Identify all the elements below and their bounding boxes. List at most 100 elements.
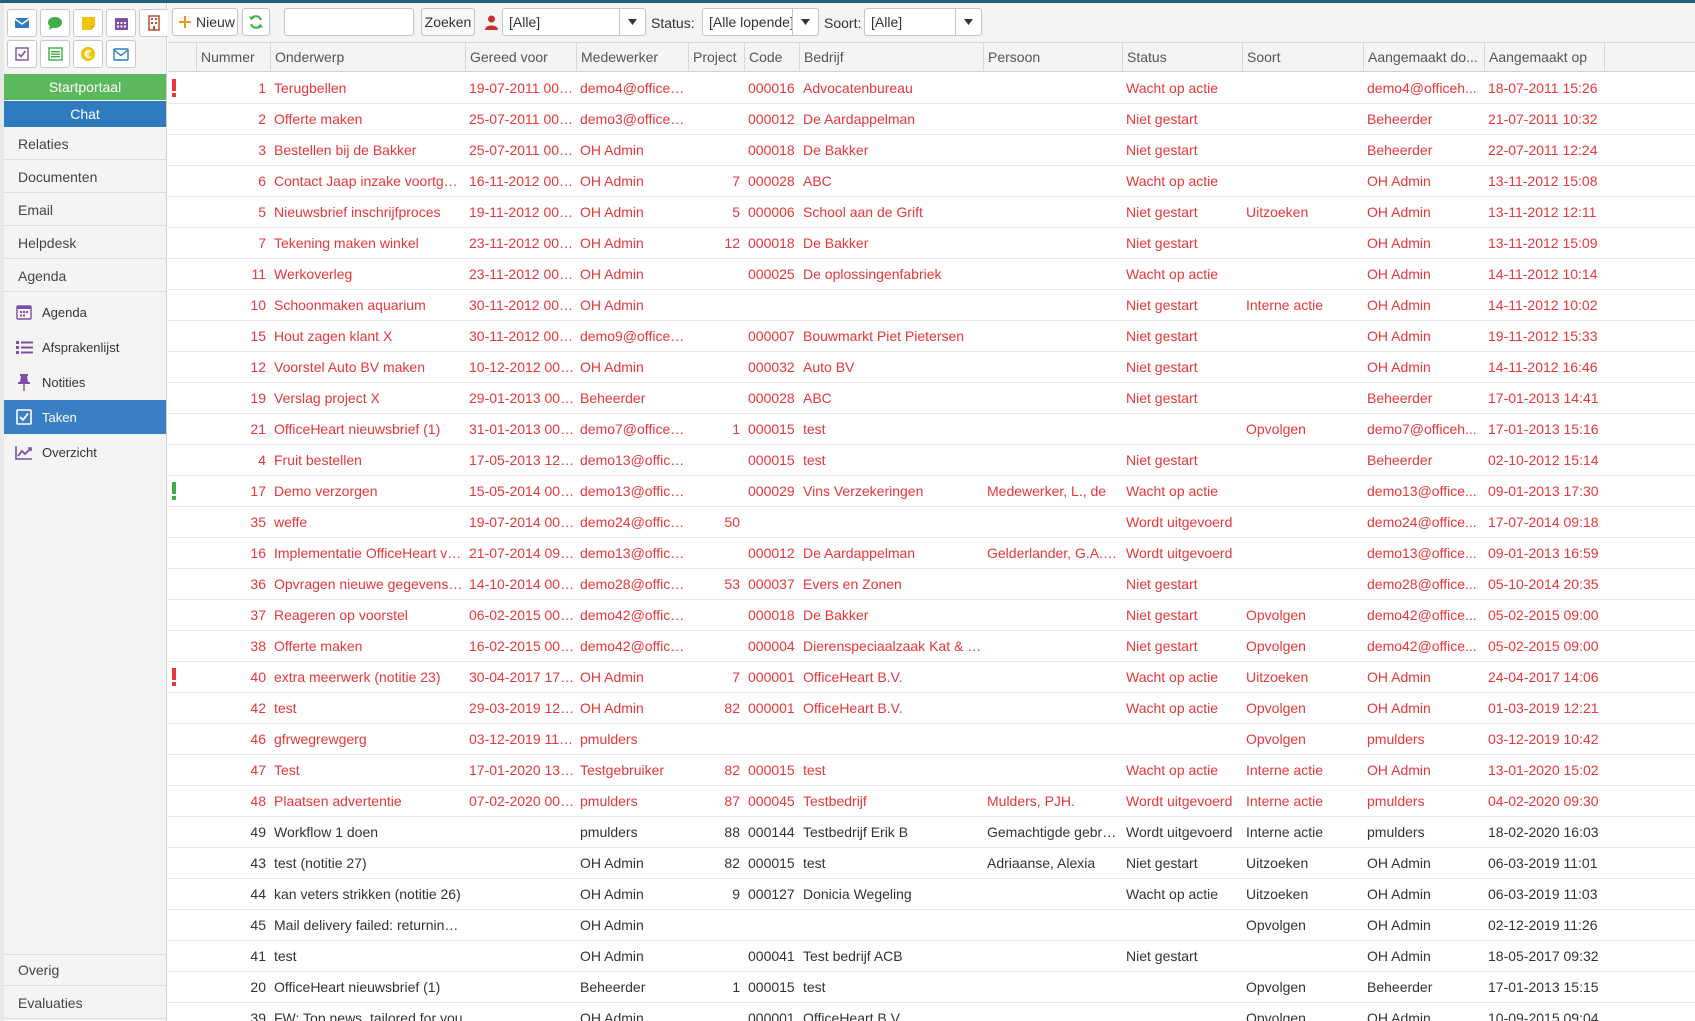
table-row[interactable]: 11 Werkoverleg 23-11-2012 00:00 OH Admin 000… bbox=[168, 259, 1695, 290]
building-icon[interactable] bbox=[139, 9, 169, 37]
table-row[interactable]: 46 gfrwegrewgerg 03-12-2019 11:30 pmulders O… bbox=[168, 724, 1695, 755]
cell-medewerker: demo9@officeh... bbox=[580, 328, 688, 344]
table-row[interactable]: 2 Offerte maken 25-07-2011 00:00 demo3@offi… bbox=[168, 104, 1695, 135]
col-nummer[interactable]: Nummer bbox=[196, 43, 270, 72]
table-row[interactable]: 40 extra meerwerk (notitie 23) 30-04-2017 … bbox=[168, 662, 1695, 693]
cell-aangemaakt-op: 01-03-2019 12:21 bbox=[1488, 700, 1599, 716]
cell-status: Wacht op actie bbox=[1126, 669, 1219, 685]
cell-nummer: 4 bbox=[258, 452, 266, 468]
sticky-note-icon[interactable] bbox=[73, 9, 103, 37]
nav-documenten[interactable]: Documenten bbox=[4, 161, 166, 193]
table-row[interactable]: 20 OfficeHeart nieuwsbrief (1) Beheerder 1 0… bbox=[168, 972, 1695, 1003]
cell-soort bbox=[1242, 538, 1363, 569]
subnav-taken[interactable]: Taken bbox=[4, 400, 166, 434]
table-row[interactable]: 12 Voorstel Auto BV maken 10-12-2012 00:00… bbox=[168, 352, 1695, 383]
col-bedrijf[interactable]: Bedrijf bbox=[799, 43, 983, 72]
col-medewerker[interactable]: Medewerker bbox=[576, 43, 688, 72]
refresh-button[interactable] bbox=[242, 8, 270, 36]
cell-status: Niet gestart bbox=[1126, 855, 1198, 871]
table-row[interactable]: 45 Mail delivery failed: returning m... OH… bbox=[168, 910, 1695, 941]
table-row[interactable]: 44 kan veters strikken (notitie 26) OH Adm… bbox=[168, 879, 1695, 910]
soort-select[interactable]: [Alle] bbox=[864, 8, 982, 36]
checkbox-icon[interactable] bbox=[7, 40, 37, 68]
table-row[interactable]: 49 Workflow 1 doen pmulders 88 000144 Testbed… bbox=[168, 817, 1695, 848]
col-soort[interactable]: Soort bbox=[1242, 43, 1363, 72]
table-row[interactable]: 19 Verslag project X 29-01-2013 00:00 Behee… bbox=[168, 383, 1695, 414]
nav-overig[interactable]: Overig bbox=[4, 954, 166, 986]
table-row[interactable]: 7 Tekening maken winkel 23-11-2012 00:00 OH… bbox=[168, 228, 1695, 259]
col-persoon[interactable]: Persoon bbox=[983, 43, 1122, 72]
nav-helpdesk[interactable]: Helpdesk bbox=[4, 227, 166, 259]
nav-evaluaties[interactable]: Evaluaties bbox=[4, 987, 166, 1019]
cell-soort bbox=[1242, 445, 1363, 476]
cell-aangemaakt-door: demo42@office... bbox=[1367, 638, 1477, 654]
table-row[interactable]: 4 Fruit bestellen 17-05-2013 12:00 demo13@o… bbox=[168, 445, 1695, 476]
cell-persoon bbox=[983, 166, 1122, 197]
cell-aangemaakt-door: OH Admin bbox=[1367, 669, 1431, 685]
nav-email[interactable]: Email bbox=[4, 194, 166, 226]
table-row[interactable]: 16 Implementatie OfficeHeart verz... 21-07… bbox=[168, 538, 1695, 569]
col-onderwerp[interactable]: Onderwerp bbox=[270, 43, 465, 72]
col-aangemaakt-op[interactable]: Aangemaakt op bbox=[1484, 43, 1605, 72]
search-input[interactable] bbox=[284, 8, 414, 36]
status-select[interactable]: [Alle lopende] bbox=[702, 8, 819, 36]
cell-aangemaakt-door: OH Admin bbox=[1367, 235, 1431, 251]
table-row[interactable]: 5 Nieuwsbrief inschrijfproces 19-11-2012 0… bbox=[168, 197, 1695, 228]
chat-bubble-icon[interactable] bbox=[40, 9, 70, 37]
table-row[interactable]: 47 Test 17-01-2020 13:00 Testgebruiker 82 000… bbox=[168, 755, 1695, 786]
cell-code: 000015 bbox=[748, 421, 795, 437]
employee-select[interactable]: [Alle] bbox=[502, 8, 646, 36]
cell-project bbox=[688, 631, 744, 662]
col-code[interactable]: Code bbox=[744, 43, 799, 72]
table-row[interactable]: 10 Schoonmaken aquarium 30-11-2012 00:00 OH… bbox=[168, 290, 1695, 321]
table-row[interactable]: 35 weffe 19-07-2014 00:00 demo24@office... 5… bbox=[168, 507, 1695, 538]
table-row[interactable]: 3 Bestellen bij de Bakker 25-07-2011 00:00… bbox=[168, 135, 1695, 166]
col-gereed-voor[interactable]: Gereed voor bbox=[465, 43, 576, 72]
cell-project: 9 bbox=[732, 886, 740, 902]
calendar-icon[interactable] bbox=[106, 9, 136, 37]
col-project[interactable]: Project bbox=[688, 43, 744, 72]
table-row[interactable]: 36 Opvragen nieuwe gegevens 2014 14-10-201… bbox=[168, 569, 1695, 600]
new-button[interactable]: Nieuw bbox=[172, 8, 238, 36]
euro-icon[interactable]: € bbox=[73, 40, 103, 68]
list-icon[interactable] bbox=[40, 40, 70, 68]
cell-onderwerp: Tekening maken winkel bbox=[274, 235, 419, 251]
cell-aangemaakt-door: OH Admin bbox=[1367, 700, 1431, 716]
chat-button[interactable]: Chat bbox=[4, 101, 166, 127]
cell-code: 000018 bbox=[748, 142, 795, 158]
table-row[interactable]: 37 Reageren op voorstel 06-02-2015 00:00 de… bbox=[168, 600, 1695, 631]
subnav-agenda[interactable]: Agenda bbox=[4, 295, 166, 329]
table-row[interactable]: 21 OfficeHeart nieuwsbrief (1) 31-01-2013 … bbox=[168, 414, 1695, 445]
table-row[interactable]: 48 Plaatsen advertentie 07-02-2020 00:00 pm… bbox=[168, 786, 1695, 817]
cell-code: 000041 bbox=[748, 948, 795, 964]
mail-icon[interactable] bbox=[7, 9, 37, 37]
cell-project: 82 bbox=[724, 700, 740, 716]
envelope-icon[interactable] bbox=[106, 40, 136, 68]
table-row[interactable]: 17 Demo verzorgen 15-05-2014 00:00 demo13@o… bbox=[168, 476, 1695, 507]
col-status[interactable]: Status bbox=[1122, 43, 1242, 72]
subnav-afsprakenlijst[interactable]: Afsprakenlijst bbox=[4, 330, 166, 364]
cell-onderwerp: Schoonmaken aquarium bbox=[274, 297, 426, 313]
nav-agenda[interactable]: Agenda bbox=[4, 260, 166, 292]
search-button[interactable]: Zoeken bbox=[421, 8, 475, 36]
table-row[interactable]: 43 test (notitie 27) OH Admin 82 000015 test A… bbox=[168, 848, 1695, 879]
table-row[interactable]: 1 Terugbellen 19-07-2011 00:00 demo4@office… bbox=[168, 73, 1695, 104]
cell-aangemaakt-door: Beheerder bbox=[1367, 452, 1433, 468]
table-row[interactable]: 42 test 29-03-2019 12:00 OH Admin 82 000001 Of… bbox=[168, 693, 1695, 724]
cell-bedrijf: Advocatenbureau bbox=[803, 80, 913, 96]
table-row[interactable]: 39 FW: Top news, tailored for you OH Admin… bbox=[168, 1003, 1695, 1021]
subnav-overzicht[interactable]: Overzicht bbox=[4, 435, 166, 469]
cell-onderwerp: Voorstel Auto BV maken bbox=[274, 359, 425, 375]
subnav-notities[interactable]: Notities bbox=[4, 365, 166, 399]
cell-medewerker: OH Admin bbox=[580, 204, 644, 220]
cell-gereed-voor: 19-07-2011 00:00 bbox=[469, 80, 576, 96]
nav-relaties[interactable]: Relaties bbox=[4, 128, 166, 160]
table-row[interactable]: 41 test OH Admin 000041 Test bedrijf ACB Niet… bbox=[168, 941, 1695, 972]
cell-medewerker: Testgebruiker bbox=[580, 762, 665, 778]
cell-gereed-voor bbox=[465, 848, 576, 879]
table-row[interactable]: 15 Hout zagen klant X 30-11-2012 00:00 demo… bbox=[168, 321, 1695, 352]
table-row[interactable]: 38 Offerte maken 16-02-2015 00:00 demo42@of… bbox=[168, 631, 1695, 662]
startportaal-button[interactable]: Startportaal bbox=[4, 74, 166, 100]
col-aangemaakt-door[interactable]: Aangemaakt do... bbox=[1363, 43, 1484, 72]
table-row[interactable]: 6 Contact Jaap inzake voortgang 16-11-2012… bbox=[168, 166, 1695, 197]
